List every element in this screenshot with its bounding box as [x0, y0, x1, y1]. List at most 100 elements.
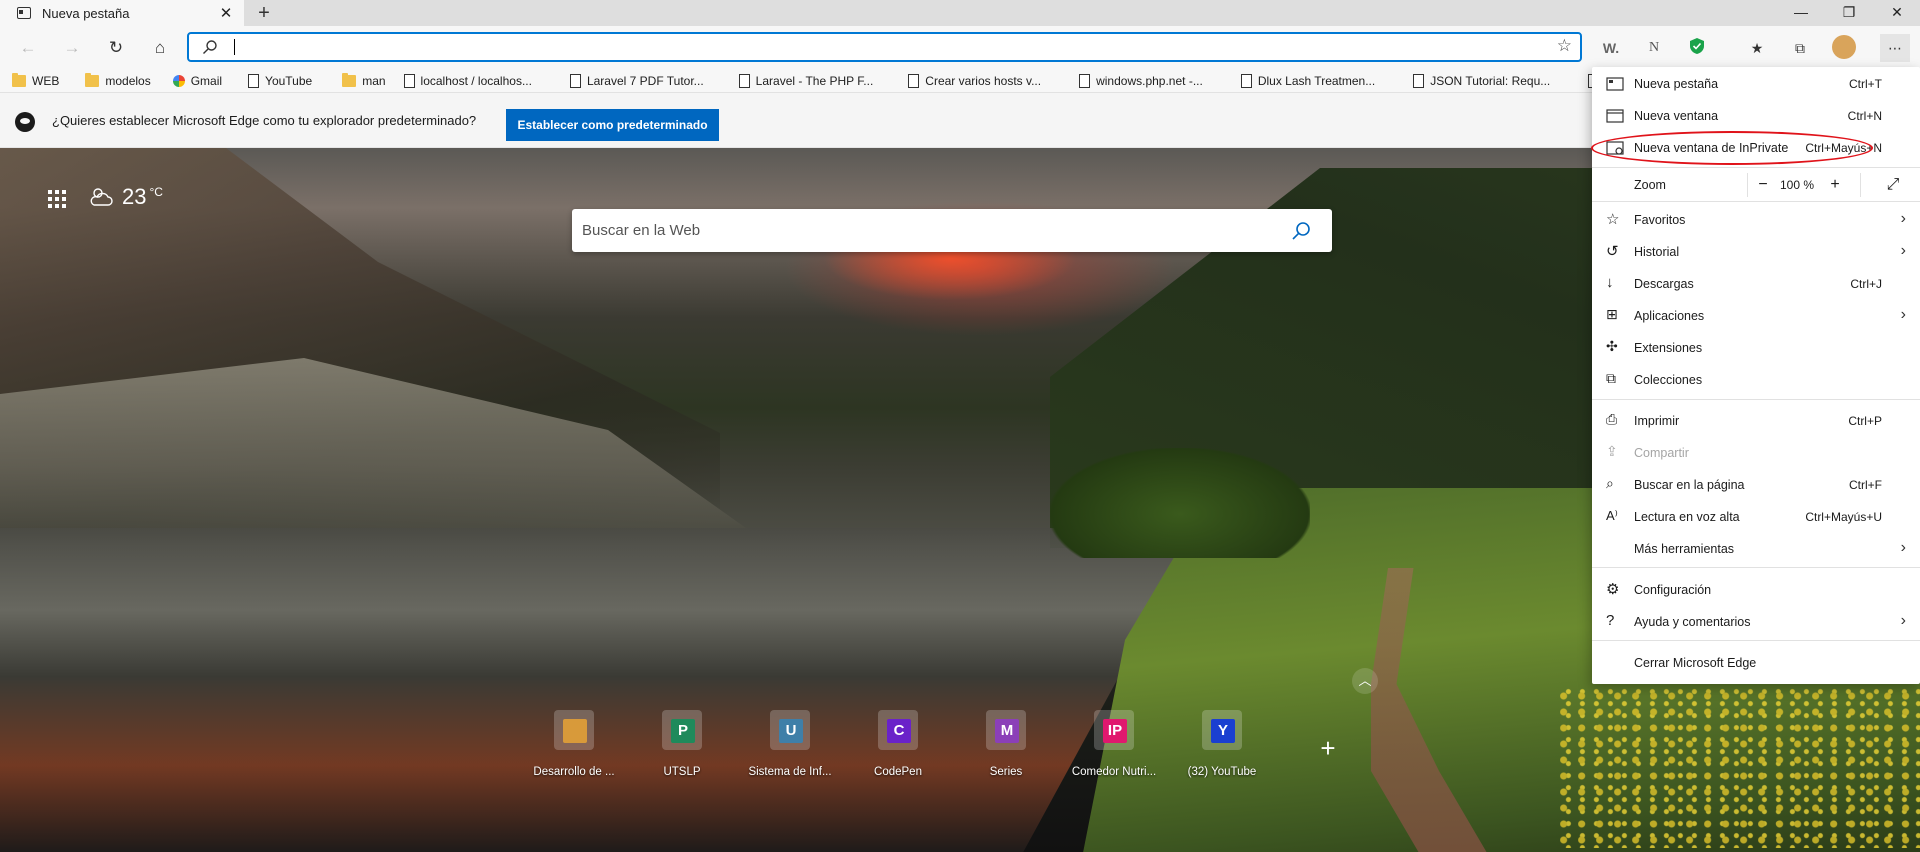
quick-link-tile[interactable]: P UTSLP [628, 708, 736, 808]
extension-n-icon[interactable]: N [1643, 37, 1665, 59]
quick-link-tile[interactable]: U Sistema de Inf... [736, 708, 844, 808]
quick-link-tile[interactable]: Desarrollo de ... [520, 708, 628, 808]
menu-separator [1592, 201, 1920, 202]
web-search-box[interactable]: Buscar en la Web [572, 209, 1332, 252]
quick-link-tile[interactable]: C CodePen [844, 708, 952, 808]
menu-help[interactable]: ? Ayuda y comentarios › [1592, 606, 1920, 638]
menu-collections[interactable]: ⧉ Colecciones [1592, 364, 1920, 396]
home-button[interactable]: ⌂ [146, 34, 174, 62]
menu-inprivate-shortcut: Ctrl+Mayús+N [1805, 141, 1882, 155]
toolbar: ← → ↻ ⌂ ☆ W. N ★ ⧉ ⋯ [0, 26, 1920, 69]
forward-button[interactable]: → [58, 34, 86, 62]
menu-extensions[interactable]: ✣ Extensiones [1592, 332, 1920, 364]
menu-settings[interactable]: ⚙ Configuración [1592, 574, 1920, 606]
chevron-right-icon: › [1900, 612, 1906, 629]
favorite-label: modelos [105, 73, 151, 88]
zoom-in-button[interactable]: + [1824, 172, 1846, 198]
site-icon [563, 719, 587, 743]
help-icon: ? [1606, 612, 1615, 629]
printer-icon: ⎙ [1606, 411, 1618, 427]
menu-downloads-label: Descargas [1634, 277, 1694, 291]
zoom-value: 100 % [1779, 178, 1815, 192]
menu-new-tab[interactable]: Nueva pestaña Ctrl+T [1592, 68, 1920, 100]
menu-separator [1592, 640, 1920, 641]
menu-read-aloud[interactable]: A⁾ Lectura en voz alta Ctrl+Mayús+U [1592, 501, 1920, 533]
quick-link-tile[interactable]: M Series [952, 708, 1060, 808]
menu-share: ⇪ Compartir [1592, 437, 1920, 469]
favorites-icon[interactable]: ★ [1746, 37, 1768, 59]
chevron-up-icon[interactable]: ︿ [1352, 668, 1378, 694]
quick-link-tile[interactable]: IP Comedor Nutri... [1060, 708, 1168, 808]
favorite-label: man [362, 73, 386, 88]
infobar-message: ¿Quieres establecer Microsoft Edge como … [52, 113, 477, 128]
menu-settings-label: Configuración [1634, 583, 1712, 597]
extension-w-icon[interactable]: W. [1600, 37, 1622, 59]
collections-icon: ⧉ [1606, 370, 1616, 386]
favorite-label: YouTube [265, 73, 313, 88]
weather-widget[interactable]: 23 °C [88, 184, 163, 210]
site-icon: U [779, 719, 803, 743]
favorite-item[interactable]: Dlux Lash Treatmen... [1240, 73, 1375, 88]
favorite-item[interactable]: Crear varios hosts v... [908, 73, 1041, 88]
search-icon[interactable] [1290, 220, 1312, 242]
app-launcher-icon[interactable] [48, 190, 66, 208]
close-window-button[interactable]: ✕ [1874, 0, 1920, 26]
menu-close-edge[interactable]: Cerrar Microsoft Edge [1592, 647, 1920, 679]
back-button[interactable]: ← [14, 34, 42, 62]
favorite-item[interactable]: Laravel - The PHP F... [738, 73, 873, 88]
menu-print[interactable]: ⎙ Imprimir Ctrl+P [1592, 405, 1920, 437]
profile-avatar[interactable] [1832, 35, 1856, 59]
favorite-item[interactable]: localhost / localhos... [403, 73, 532, 88]
add-favorite-icon[interactable]: ☆ [1557, 36, 1572, 56]
menu-new-inprivate-window[interactable]: Nueva ventana de InPrivate Ctrl+Mayús+N [1592, 132, 1920, 164]
site-icon: C [887, 719, 911, 743]
menu-more-tools[interactable]: Más herramientas › [1592, 533, 1920, 565]
zoom-out-button[interactable]: − [1752, 172, 1774, 198]
tile-label: Sistema de Inf... [748, 766, 832, 778]
download-icon: ↓ [1606, 274, 1614, 291]
favorite-item[interactable]: man [342, 72, 386, 88]
menu-zoom: Zoom − 100 % + ⤢ [1592, 169, 1920, 201]
menu-apps[interactable]: ⊞ Aplicaciones › [1592, 300, 1920, 332]
site-icon: IP [1103, 719, 1127, 743]
web-search-input[interactable]: Buscar en la Web [582, 222, 700, 239]
tile-label: UTSLP [663, 766, 701, 778]
background-flowers [1560, 688, 1920, 848]
background-trees [1050, 448, 1310, 558]
favorite-item[interactable]: Laravel 7 PDF Tutor... [569, 73, 704, 88]
refresh-button[interactable]: ↻ [102, 34, 130, 62]
new-tab-button[interactable]: + [252, 1, 276, 25]
restore-button[interactable]: ❐ [1826, 0, 1872, 26]
close-tab-icon[interactable]: ✕ [214, 4, 238, 22]
fullscreen-button[interactable]: ⤢ [1878, 172, 1908, 198]
zoom-divider [1860, 173, 1861, 197]
tile-label: (32) YouTube [1187, 766, 1257, 778]
favorite-item[interactable]: WEB [12, 72, 59, 88]
share-icon: ⇪ [1606, 443, 1618, 459]
favorite-item[interactable]: JSON Tutorial: Requ... [1413, 73, 1550, 88]
set-default-button[interactable]: Establecer como predeterminado [506, 109, 719, 141]
address-input[interactable] [234, 39, 235, 55]
minimize-button[interactable]: — [1778, 0, 1824, 26]
puzzle-icon: ✣ [1606, 338, 1618, 354]
favorite-item[interactable]: windows.php.net -... [1079, 73, 1203, 88]
address-bar[interactable]: ☆ [187, 32, 1582, 62]
menu-history[interactable]: ↺ Historial › [1592, 236, 1920, 268]
menu-downloads[interactable]: ↓ Descargas Ctrl+J [1592, 268, 1920, 300]
temperature: 23 [122, 184, 147, 209]
menu-find-on-page[interactable]: ⌕ Buscar en la página Ctrl+F [1592, 469, 1920, 501]
favorite-item[interactable]: modelos [85, 72, 151, 88]
quick-link-tile[interactable]: Y (32) YouTube [1168, 708, 1276, 808]
favorite-item[interactable]: YouTube [248, 73, 313, 88]
add-quick-link-button[interactable]: + [1316, 735, 1340, 761]
tab-nueva-pestana[interactable]: Nueva pestaña ✕ [0, 0, 244, 26]
menu-favorites[interactable]: ☆ Favoritos › [1592, 204, 1920, 236]
settings-more-button[interactable]: ⋯ [1880, 34, 1910, 62]
shield-extension-icon[interactable] [1686, 37, 1708, 59]
tile-label: Series [989, 766, 1023, 778]
favorite-label: Laravel 7 PDF Tutor... [586, 73, 704, 88]
favorite-item[interactable]: Gmail [172, 74, 222, 88]
collections-icon[interactable]: ⧉ [1789, 37, 1811, 59]
menu-new-window[interactable]: Nueva ventana Ctrl+N [1592, 100, 1920, 132]
site-icon: P [671, 719, 695, 743]
